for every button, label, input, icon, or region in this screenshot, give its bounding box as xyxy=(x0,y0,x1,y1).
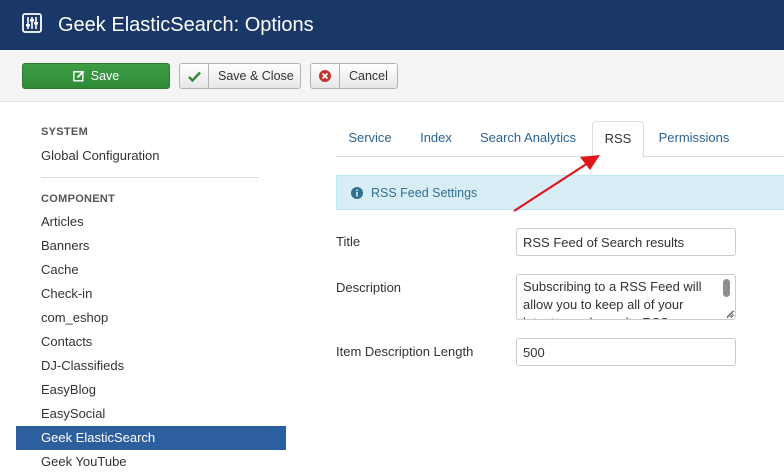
title-field[interactable] xyxy=(516,228,736,256)
save-close-button[interactable]: Save & Close xyxy=(179,63,301,89)
sidebar-item-easysocial[interactable]: EasySocial xyxy=(16,402,286,426)
item-description-length-label: Item Description Length xyxy=(336,344,474,359)
app-header: Geek ElasticSearch: Options xyxy=(0,0,784,50)
sidebar-item-check-in[interactable]: Check-in xyxy=(16,282,286,306)
cancel-label: Cancel xyxy=(349,69,388,83)
options-sliders-icon xyxy=(22,13,42,33)
sidebar-item-com-eshop[interactable]: com_eshop xyxy=(16,306,286,330)
save-button-label: Save xyxy=(90,69,120,83)
tab-index[interactable]: Index xyxy=(408,121,464,157)
sidebar-heading-system: SYSTEM xyxy=(41,126,89,138)
sidebar-item-cache[interactable]: Cache xyxy=(16,258,286,282)
sidebar-item-geek-elasticsearch[interactable]: Geek ElasticSearch xyxy=(16,426,286,450)
check-icon xyxy=(180,64,209,88)
save-close-label: Save & Close xyxy=(218,69,294,83)
info-text: RSS Feed Settings xyxy=(371,185,478,200)
toolbar: Save Save & Close Cancel xyxy=(0,50,784,102)
sidebar-item-easyblog[interactable]: EasyBlog xyxy=(16,378,286,402)
sidebar-heading-component: COMPONENT xyxy=(41,193,116,205)
save-button[interactable]: Save xyxy=(22,63,170,89)
scrollbar-thumb[interactable] xyxy=(723,279,730,297)
cancel-button[interactable]: Cancel xyxy=(310,63,398,89)
tab-service[interactable]: Service xyxy=(336,121,404,157)
item-description-length-field[interactable] xyxy=(516,338,736,366)
sidebar-item-dj-classifieds[interactable]: DJ-Classifieds xyxy=(16,354,286,378)
sidebar-item-global-configuration[interactable]: Global Configuration xyxy=(16,144,286,168)
info-icon xyxy=(351,186,363,199)
description-label: Description xyxy=(336,280,402,295)
sidebar-item-contacts[interactable]: Contacts xyxy=(16,330,286,354)
sidebar-item-banners[interactable]: Banners xyxy=(16,234,286,258)
sidebar-divider xyxy=(41,177,259,178)
rss-settings-info-bar: RSS Feed Settings xyxy=(336,175,784,210)
sidebar-item-geek-youtube[interactable]: Geek YouTube xyxy=(16,450,286,472)
tab-rss[interactable]: RSS xyxy=(592,121,644,158)
cancel-circle-icon xyxy=(311,64,340,88)
resize-grip-icon[interactable] xyxy=(725,309,734,318)
sidebar-item-articles[interactable]: Articles xyxy=(16,210,286,234)
title-label: Title xyxy=(336,234,361,249)
page-title: Geek ElasticSearch: Options xyxy=(58,14,314,36)
description-field[interactable]: Subscribing to a RSS Feed will allow you… xyxy=(516,274,736,320)
tab-permissions[interactable]: Permissions xyxy=(648,121,740,157)
tab-search-analytics[interactable]: Search Analytics xyxy=(468,121,588,157)
options-tabs: Service Index Search Analytics RSS Permi… xyxy=(336,121,784,158)
edit-icon xyxy=(72,70,85,82)
